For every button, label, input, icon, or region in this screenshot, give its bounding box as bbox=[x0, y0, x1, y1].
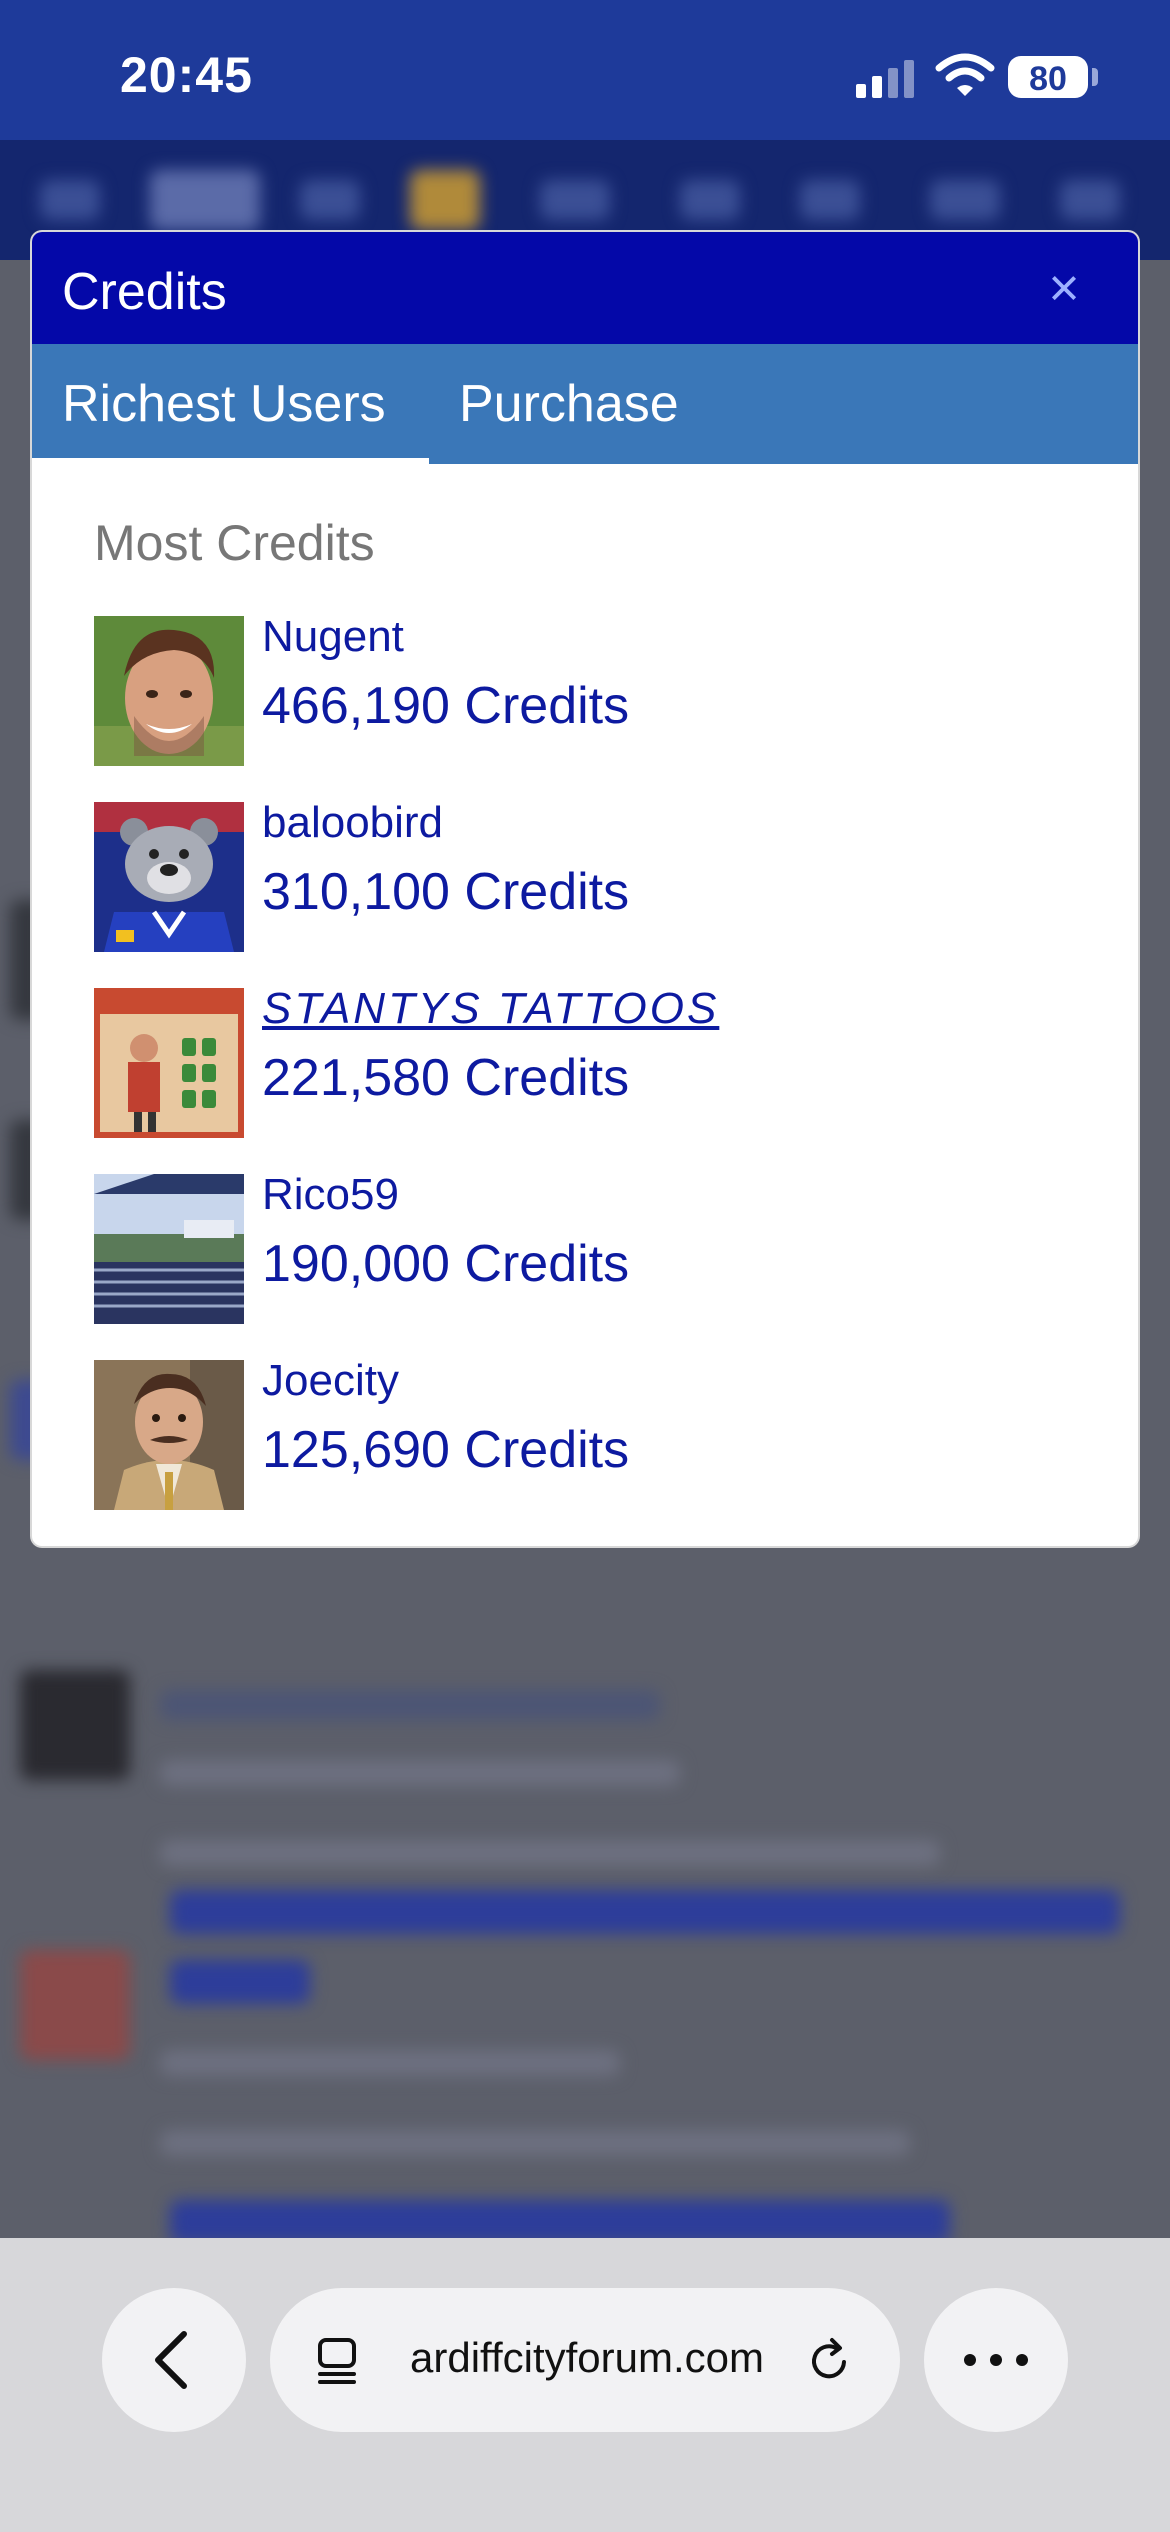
user-link-baloobird[interactable]: baloobird bbox=[262, 798, 443, 848]
user-credits: 125,690 Credits bbox=[262, 1421, 630, 1479]
status-bar: 20:45 80 bbox=[0, 0, 1170, 140]
battery-nub bbox=[1092, 68, 1098, 86]
battery-icon: 80 bbox=[1008, 56, 1088, 98]
url-text: ardiffcityforum.com bbox=[410, 2334, 764, 2381]
list-item: Nugent 466,190 Credits bbox=[94, 612, 1094, 768]
tab-bar: Richest Users Purchase bbox=[32, 344, 1138, 464]
more-options-button[interactable] bbox=[924, 2288, 1068, 2432]
reload-icon[interactable] bbox=[800, 2330, 860, 2390]
list-item: Rico59 190,000 Credits bbox=[94, 1170, 1094, 1326]
section-heading: Most Credits bbox=[94, 515, 375, 571]
avatar[interactable] bbox=[94, 616, 244, 766]
user-credits: 310,100 Credits bbox=[262, 863, 630, 921]
user-credits: 190,000 Credits bbox=[262, 1235, 630, 1293]
credits-modal: Credits × Richest Users Purchase Most Cr… bbox=[32, 232, 1138, 1546]
chevron-left-icon bbox=[155, 2331, 187, 2389]
user-credits: 221,580 Credits bbox=[262, 1049, 630, 1107]
list-item: STANTYS TATTOOS 221,580 Credits bbox=[94, 984, 1094, 1140]
avatar[interactable] bbox=[94, 988, 244, 1138]
list-item: Joecity 125,690 Credits bbox=[94, 1356, 1094, 1512]
close-icon[interactable]: × bbox=[1036, 260, 1092, 316]
browser-toolbar: ardiffcityforum.com bbox=[0, 2238, 1170, 2532]
user-credits: 466,190 Credits bbox=[262, 677, 630, 735]
list-item: baloobird 310,100 Credits bbox=[94, 798, 1094, 954]
tab-richest-users[interactable]: Richest Users bbox=[32, 344, 429, 464]
user-link-rico59[interactable]: Rico59 bbox=[262, 1170, 399, 1220]
avatar[interactable] bbox=[94, 1360, 244, 1510]
modal-title: Credits bbox=[62, 263, 227, 321]
avatar[interactable] bbox=[94, 802, 244, 952]
cellular-signal-icon bbox=[856, 58, 916, 98]
tab-purchase[interactable]: Purchase bbox=[429, 344, 709, 464]
tabs-icon[interactable] bbox=[310, 2330, 370, 2390]
status-time: 20:45 bbox=[120, 47, 253, 103]
avatar[interactable] bbox=[94, 1174, 244, 1324]
ellipsis-icon bbox=[964, 2354, 1028, 2366]
user-link-nugent[interactable]: Nugent bbox=[262, 612, 404, 662]
address-bar[interactable]: ardiffcityforum.com bbox=[270, 2288, 900, 2432]
user-link-stantys-tattoos[interactable]: STANTYS TATTOOS bbox=[262, 984, 719, 1034]
wifi-icon bbox=[935, 50, 995, 100]
user-link-joecity[interactable]: Joecity bbox=[262, 1356, 399, 1406]
back-button[interactable] bbox=[102, 2288, 246, 2432]
battery-level: 80 bbox=[1029, 60, 1067, 98]
modal-header: Credits × bbox=[32, 232, 1138, 344]
